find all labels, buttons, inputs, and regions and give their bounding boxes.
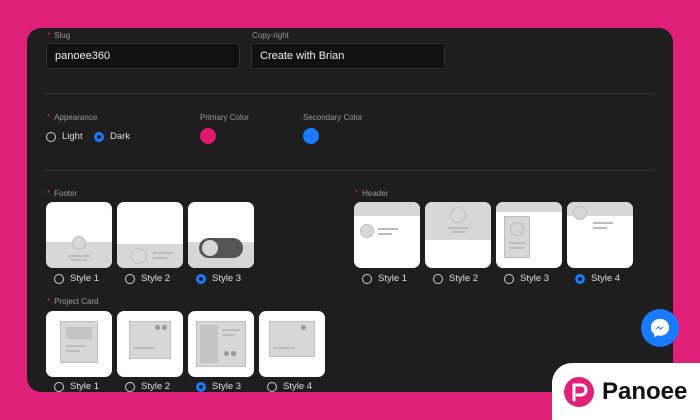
project-card-style-1-thumbnail[interactable] xyxy=(46,311,112,377)
footer-option-style-1[interactable]: Style 1 xyxy=(54,273,99,284)
footer-label: * Footer xyxy=(47,189,78,198)
slug-label: * Slug xyxy=(47,31,71,40)
secondary-color-swatch[interactable] xyxy=(303,128,319,144)
footer-style-2-thumbnail[interactable] xyxy=(117,202,183,268)
copyright-input[interactable]: Create with Brian xyxy=(251,43,445,69)
header-style-4-thumbnail[interactable] xyxy=(567,202,633,268)
divider xyxy=(43,170,655,171)
project-card-style-3-thumbnail[interactable] xyxy=(188,311,254,377)
slug-input[interactable]: panoee360 xyxy=(46,43,240,69)
brand-name: Panoee xyxy=(602,377,688,405)
header-style-3-thumbnail[interactable] xyxy=(496,202,562,268)
brand-badge: Panoee xyxy=(552,363,700,420)
project-card-option-style-1[interactable]: Style 1 xyxy=(54,381,99,392)
secondary-color-label: Secondary Color xyxy=(303,113,363,122)
copyright-label: Copy-right xyxy=(252,31,289,40)
project-card-style-2-thumbnail[interactable] xyxy=(117,311,183,377)
header-label: * Header xyxy=(355,189,389,198)
header-option-style-2[interactable]: Style 2 xyxy=(433,273,478,284)
messenger-icon xyxy=(650,318,670,338)
footer-option-style-2[interactable]: Style 2 xyxy=(125,273,170,284)
settings-panel: * Slug panoee360 Copy-right Create with B… xyxy=(27,28,673,392)
divider xyxy=(43,93,655,94)
project-card-option-style-2[interactable]: Style 2 xyxy=(125,381,170,392)
messenger-chat-button[interactable] xyxy=(641,309,679,347)
project-card-option-style-4[interactable]: Style 4 xyxy=(267,381,312,392)
panoee-logo-icon xyxy=(564,376,594,407)
footer-style-3-thumbnail[interactable] xyxy=(188,202,254,268)
project-card-option-style-3[interactable]: Style 3 xyxy=(196,381,241,392)
appearance-option-light[interactable]: Light xyxy=(46,131,83,142)
header-option-style-3[interactable]: Style 3 xyxy=(504,273,549,284)
primary-color-swatch[interactable] xyxy=(200,128,216,144)
appearance-label: * Appearance xyxy=(47,113,98,122)
footer-option-style-3[interactable]: Style 3 xyxy=(196,273,241,284)
project-card-style-4-thumbnail[interactable] xyxy=(259,311,325,377)
header-style-1-thumbnail[interactable] xyxy=(354,202,420,268)
footer-style-1-thumbnail[interactable] xyxy=(46,202,112,268)
primary-color-label: Primary Color xyxy=(200,113,249,122)
appearance-option-dark[interactable]: Dark xyxy=(94,131,130,142)
header-style-2-thumbnail[interactable] xyxy=(425,202,491,268)
project-card-label: * Project Card xyxy=(47,297,99,306)
header-option-style-1[interactable]: Style 1 xyxy=(362,273,407,284)
header-option-style-4[interactable]: Style 4 xyxy=(575,273,620,284)
